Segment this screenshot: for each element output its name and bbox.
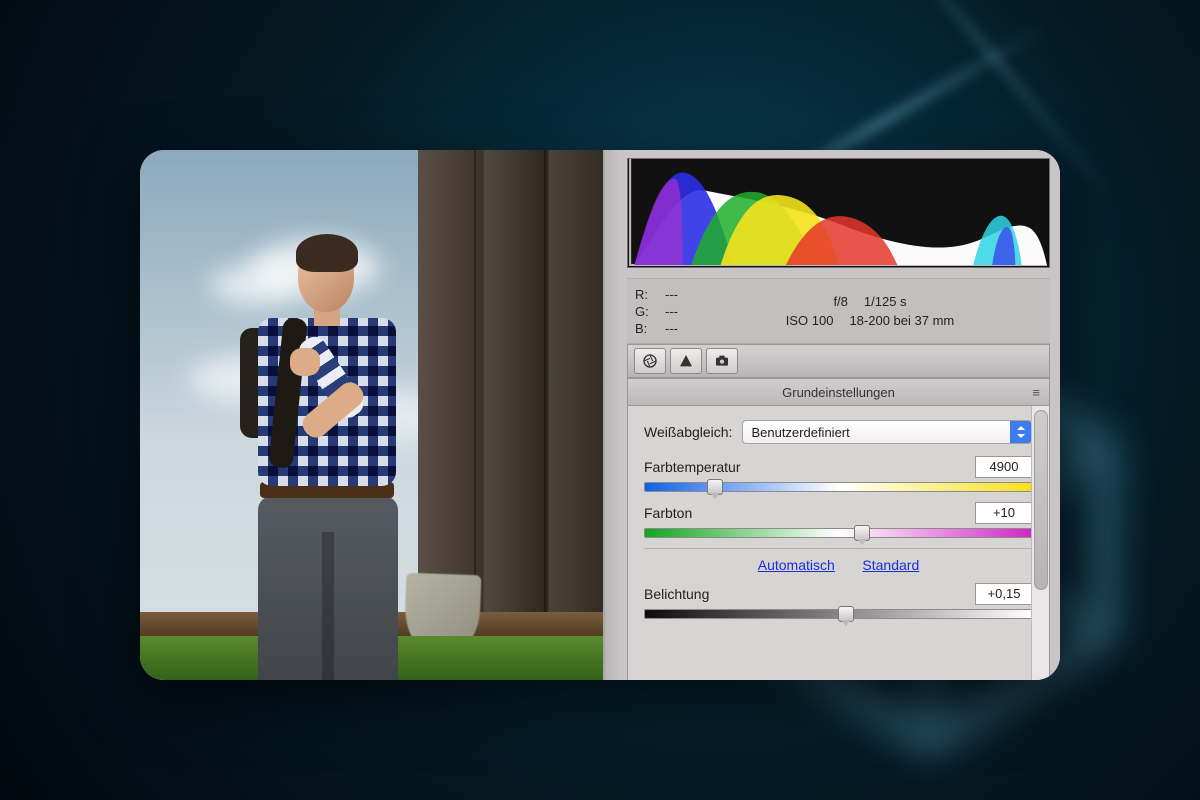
app-window: R: --- G: --- B: --- f/8 1/125 s ISO 100 18… [140, 150, 1060, 680]
exif-lens: 18-200 bei 37 mm [849, 313, 954, 328]
exif-readout: f/8 1/125 s ISO 100 18-200 bei 37 mm [698, 294, 1042, 328]
photo-hand [290, 348, 320, 376]
panel-scrollbar[interactable] [1031, 406, 1049, 680]
white-balance-dropdown[interactable]: Benutzerdefiniert [742, 420, 1033, 444]
tool-tab-bar [627, 344, 1050, 378]
exif-iso: ISO 100 [786, 313, 834, 328]
exif-aperture: f/8 [833, 294, 847, 309]
exposure-slider-handle[interactable] [838, 606, 854, 622]
histogram[interactable] [627, 158, 1050, 268]
tint-label: Farbton [644, 505, 692, 521]
panel-title: Grundeinstellungen [782, 385, 895, 400]
photo-hair [296, 234, 358, 272]
tone-curve-tab-button[interactable] [670, 348, 702, 374]
develop-panel: R: --- G: --- B: --- f/8 1/125 s ISO 100 18… [605, 150, 1060, 680]
basic-panel-body: Weißabgleich: Benutzerdefiniert Farbtemp… [627, 406, 1050, 680]
rgb-readout: R: --- G: --- B: --- [635, 287, 678, 336]
photo-preview [140, 150, 605, 680]
scrollbar-thumb[interactable] [1034, 410, 1048, 590]
temperature-label: Farbtemperatur [644, 459, 740, 475]
white-balance-value: Benutzerdefiniert [751, 425, 849, 440]
rgb-b-value: --- [665, 321, 678, 336]
tint-slider[interactable] [644, 528, 1033, 538]
photo-pants [258, 496, 398, 680]
temperature-value[interactable]: 4900 [975, 456, 1033, 478]
temperature-slider-handle[interactable] [707, 479, 723, 495]
pane-divider[interactable] [605, 150, 620, 680]
default-link[interactable]: Standard [862, 557, 919, 573]
rgb-g-value: --- [665, 304, 678, 319]
tint-slider-handle[interactable] [854, 525, 870, 541]
separator [644, 548, 1033, 549]
exposure-value[interactable]: +0,15 [975, 583, 1033, 605]
rgb-b-label: B: [635, 321, 653, 336]
exposure-slider[interactable] [644, 609, 1033, 619]
dropdown-arrow-icon [1010, 421, 1032, 443]
exposure-label: Belichtung [644, 586, 709, 602]
tint-value[interactable]: +10 [975, 502, 1033, 524]
photo-person [220, 200, 430, 680]
aperture-tab-button[interactable] [634, 348, 666, 374]
info-readout: R: --- G: --- B: --- f/8 1/125 s ISO 100 18… [627, 278, 1050, 344]
rgb-g-label: G: [635, 304, 653, 319]
panel-menu-icon[interactable]: ≡ [1032, 385, 1041, 400]
exif-shutter: 1/125 s [864, 294, 907, 309]
rgb-r-value: --- [665, 287, 678, 302]
panel-header: Grundeinstellungen ≡ [627, 378, 1050, 406]
camera-tab-button[interactable] [706, 348, 738, 374]
temperature-slider[interactable] [644, 482, 1033, 492]
white-balance-label: Weißabgleich: [644, 424, 732, 440]
auto-link[interactable]: Automatisch [758, 557, 835, 573]
rgb-r-label: R: [635, 287, 653, 302]
